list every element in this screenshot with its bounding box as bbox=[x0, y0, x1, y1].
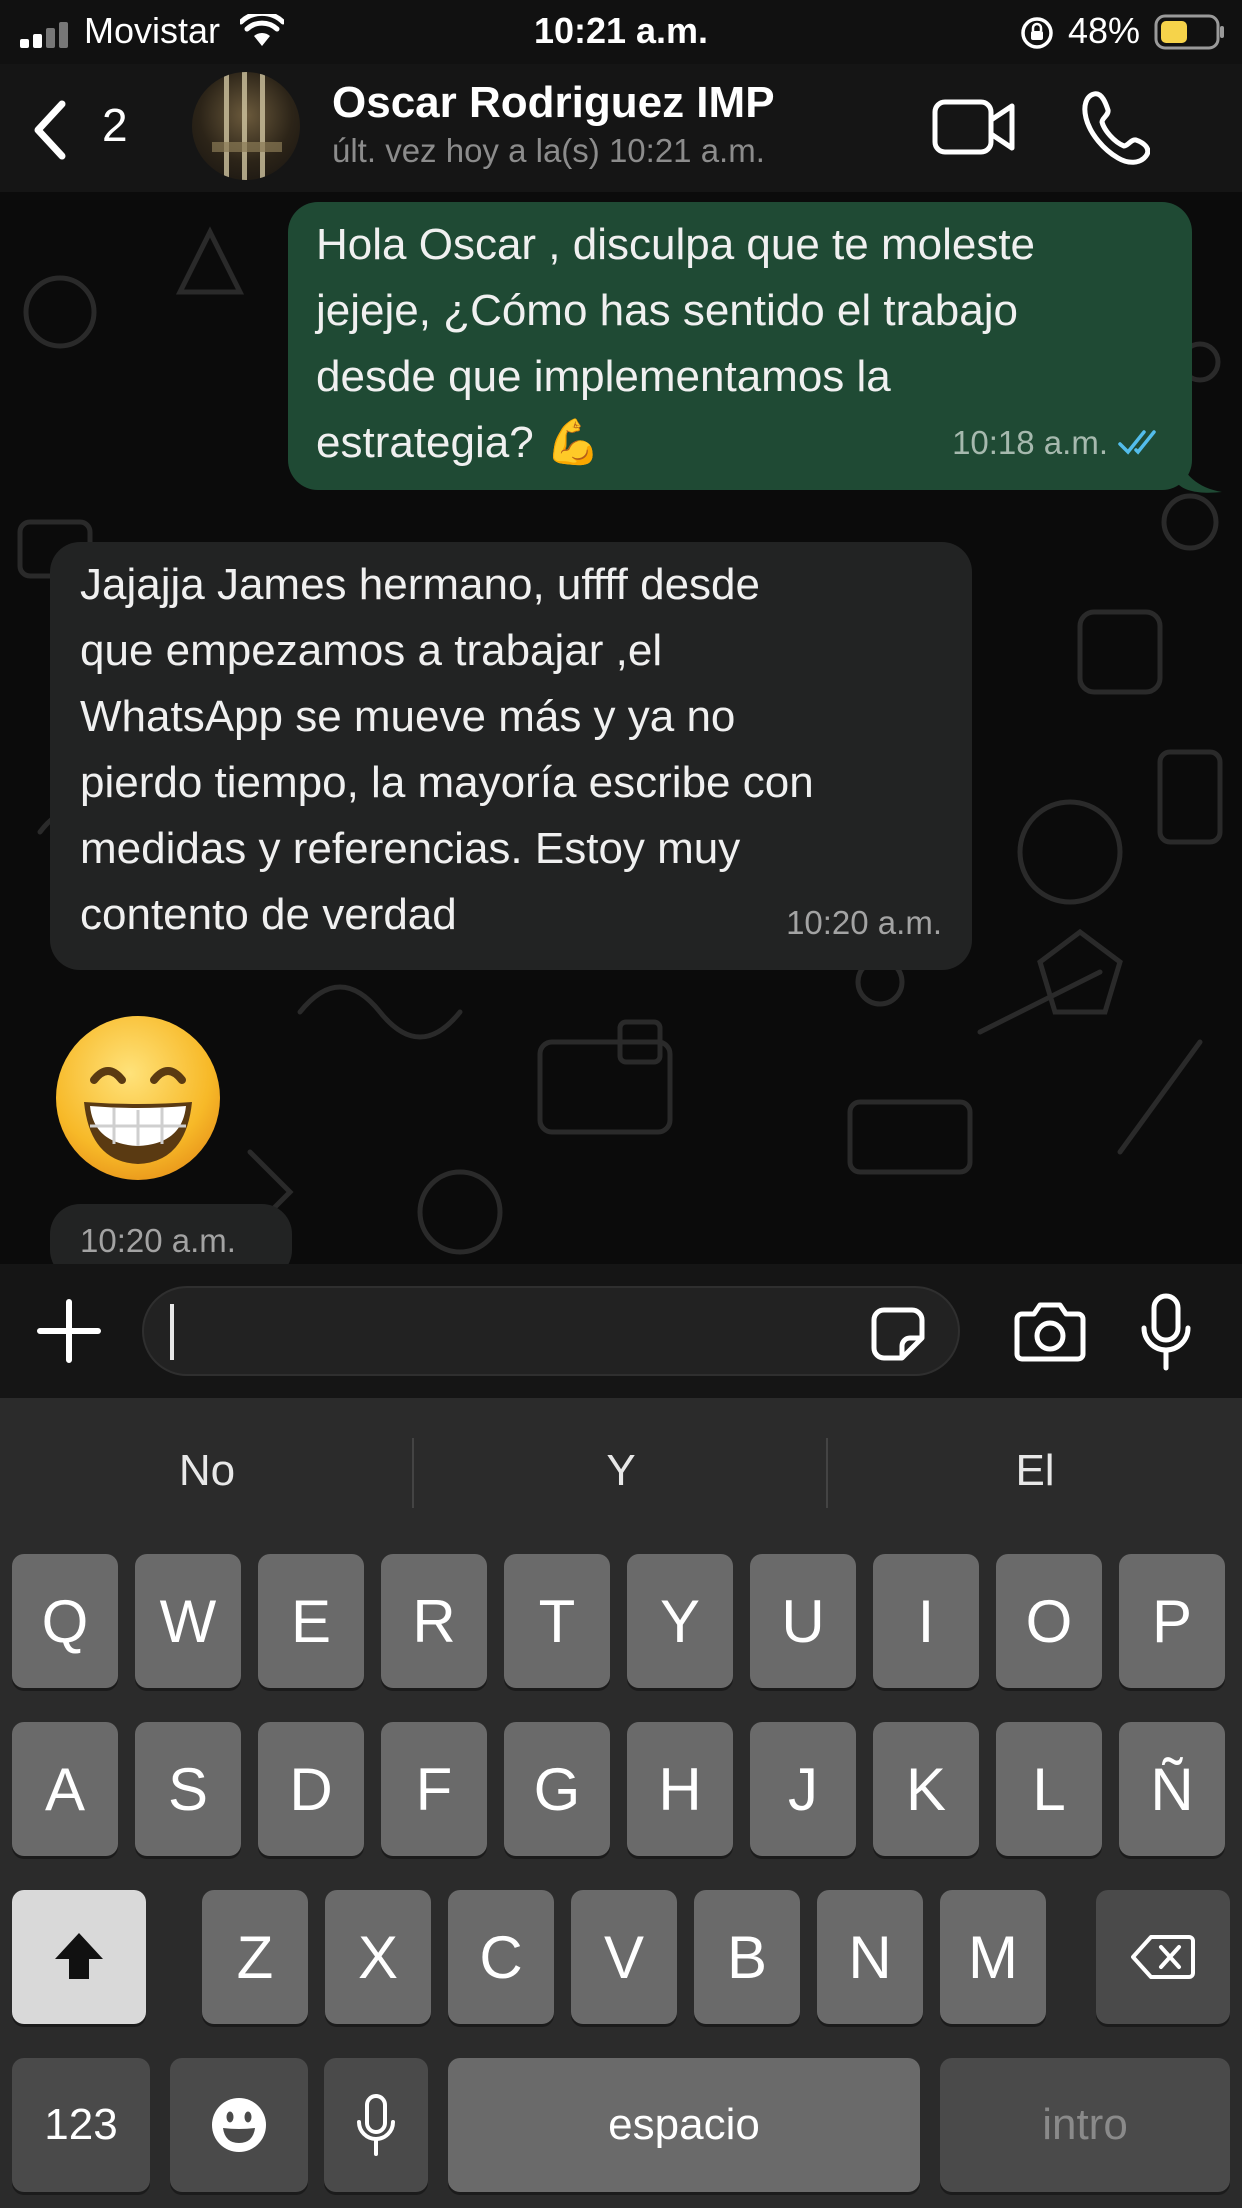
chat-header: 2 Oscar Rodriguez IMP últ. vez hoy a la(… bbox=[0, 64, 1242, 192]
key-y[interactable]: Y bbox=[627, 1554, 733, 1688]
key-v[interactable]: V bbox=[571, 1890, 677, 2024]
key-f[interactable]: F bbox=[381, 1722, 487, 1856]
suggestion-3[interactable]: El bbox=[828, 1446, 1242, 1496]
key-l[interactable]: L bbox=[996, 1722, 1102, 1856]
outgoing-bubble-tail bbox=[1178, 454, 1222, 493]
space-key[interactable]: espacio bbox=[448, 2058, 920, 2192]
numbers-key[interactable]: 123 bbox=[12, 2058, 150, 2192]
back-chevron-icon bbox=[34, 100, 66, 160]
key-g[interactable]: G bbox=[504, 1722, 610, 1856]
status-bar: Movistar 10:21 a.m. 48% bbox=[0, 0, 1242, 64]
plus-icon[interactable] bbox=[36, 1298, 102, 1364]
key-n[interactable]: N bbox=[817, 1890, 923, 2024]
contact-name[interactable]: Oscar Rodriguez IMP bbox=[332, 78, 775, 128]
key-x[interactable]: X bbox=[325, 1890, 431, 2024]
clock: 10:21 a.m. bbox=[533, 10, 709, 51]
key-r[interactable]: R bbox=[381, 1554, 487, 1688]
key-h[interactable]: H bbox=[627, 1722, 733, 1856]
key-i[interactable]: I bbox=[873, 1554, 979, 1688]
camera-icon[interactable] bbox=[1014, 1300, 1086, 1362]
dictation-key[interactable] bbox=[324, 2058, 428, 2192]
key-s[interactable]: S bbox=[135, 1722, 241, 1856]
predictive-bar: No Y El bbox=[0, 1398, 1242, 1548]
unread-count: 2 bbox=[102, 99, 128, 151]
backspace-icon bbox=[1131, 1935, 1195, 1979]
message-time: 10:18 a.m. bbox=[952, 424, 1108, 461]
shift-icon bbox=[55, 1933, 103, 1979]
key-t[interactable]: T bbox=[504, 1554, 610, 1688]
shift-key[interactable] bbox=[12, 1890, 146, 2024]
key-p[interactable]: P bbox=[1119, 1554, 1225, 1688]
key-z[interactable]: Z bbox=[202, 1890, 308, 2024]
key-w[interactable]: W bbox=[135, 1554, 241, 1688]
phone-icon[interactable] bbox=[1080, 88, 1150, 166]
key-b[interactable]: B bbox=[694, 1890, 800, 2024]
suggestion-1[interactable]: No bbox=[0, 1446, 414, 1496]
message-time: 10:20 a.m. bbox=[50, 1204, 292, 1264]
battery-percentage: 48% bbox=[1068, 10, 1141, 51]
battery-icon bbox=[1154, 14, 1224, 50]
message-time: 10:20 a.m. bbox=[786, 904, 942, 941]
microphone-icon[interactable] bbox=[1140, 1292, 1192, 1372]
key-m[interactable]: M bbox=[940, 1890, 1046, 2024]
key-j[interactable]: J bbox=[750, 1722, 856, 1856]
orientation-lock-icon bbox=[1021, 17, 1053, 49]
key-a[interactable]: A bbox=[12, 1722, 118, 1856]
video-camera-icon[interactable] bbox=[932, 92, 1016, 162]
back-button[interactable]: 2 bbox=[30, 94, 150, 164]
key-o[interactable]: O bbox=[996, 1554, 1102, 1688]
dictation-mic-icon bbox=[357, 2094, 395, 2156]
double-check-icon bbox=[1118, 430, 1156, 455]
message-text: Jajajja James hermano, uffff desde que e… bbox=[80, 560, 814, 939]
key-e[interactable]: E bbox=[258, 1554, 364, 1688]
suggestion-2[interactable]: Y bbox=[414, 1446, 828, 1496]
backspace-key[interactable] bbox=[1096, 1890, 1230, 2024]
key-u[interactable]: U bbox=[750, 1554, 856, 1688]
key-q[interactable]: Q bbox=[12, 1554, 118, 1688]
last-seen-status: últ. vez hoy a la(s) 10:21 a.m. bbox=[332, 132, 765, 169]
keyboard: No Y El QWERTYUIOP ASDFGHJKLÑ ZXCVBNM 12… bbox=[0, 1398, 1242, 2208]
chat-area[interactable]: Hola Oscar , disculpa que te moleste jej… bbox=[0, 192, 1242, 1264]
key-k[interactable]: K bbox=[873, 1722, 979, 1856]
return-key[interactable]: intro bbox=[940, 2058, 1230, 2192]
message-composer bbox=[0, 1264, 1242, 1398]
emoji-icon bbox=[212, 2098, 266, 2152]
message-input[interactable] bbox=[142, 1286, 960, 1376]
outgoing-message[interactable]: Hola Oscar , disculpa que te moleste jej… bbox=[288, 202, 1192, 490]
text-cursor bbox=[170, 1304, 174, 1360]
avatar[interactable] bbox=[192, 72, 300, 180]
grinning-face-emoji[interactable] bbox=[54, 1014, 222, 1182]
key-d[interactable]: D bbox=[258, 1722, 364, 1856]
sticker-icon[interactable] bbox=[870, 1306, 926, 1362]
key-c[interactable]: C bbox=[448, 1890, 554, 2024]
key-ñ[interactable]: Ñ bbox=[1119, 1722, 1225, 1856]
incoming-message[interactable]: Jajajja James hermano, uffff desde que e… bbox=[50, 542, 972, 970]
emoji-key[interactable] bbox=[170, 2058, 308, 2192]
